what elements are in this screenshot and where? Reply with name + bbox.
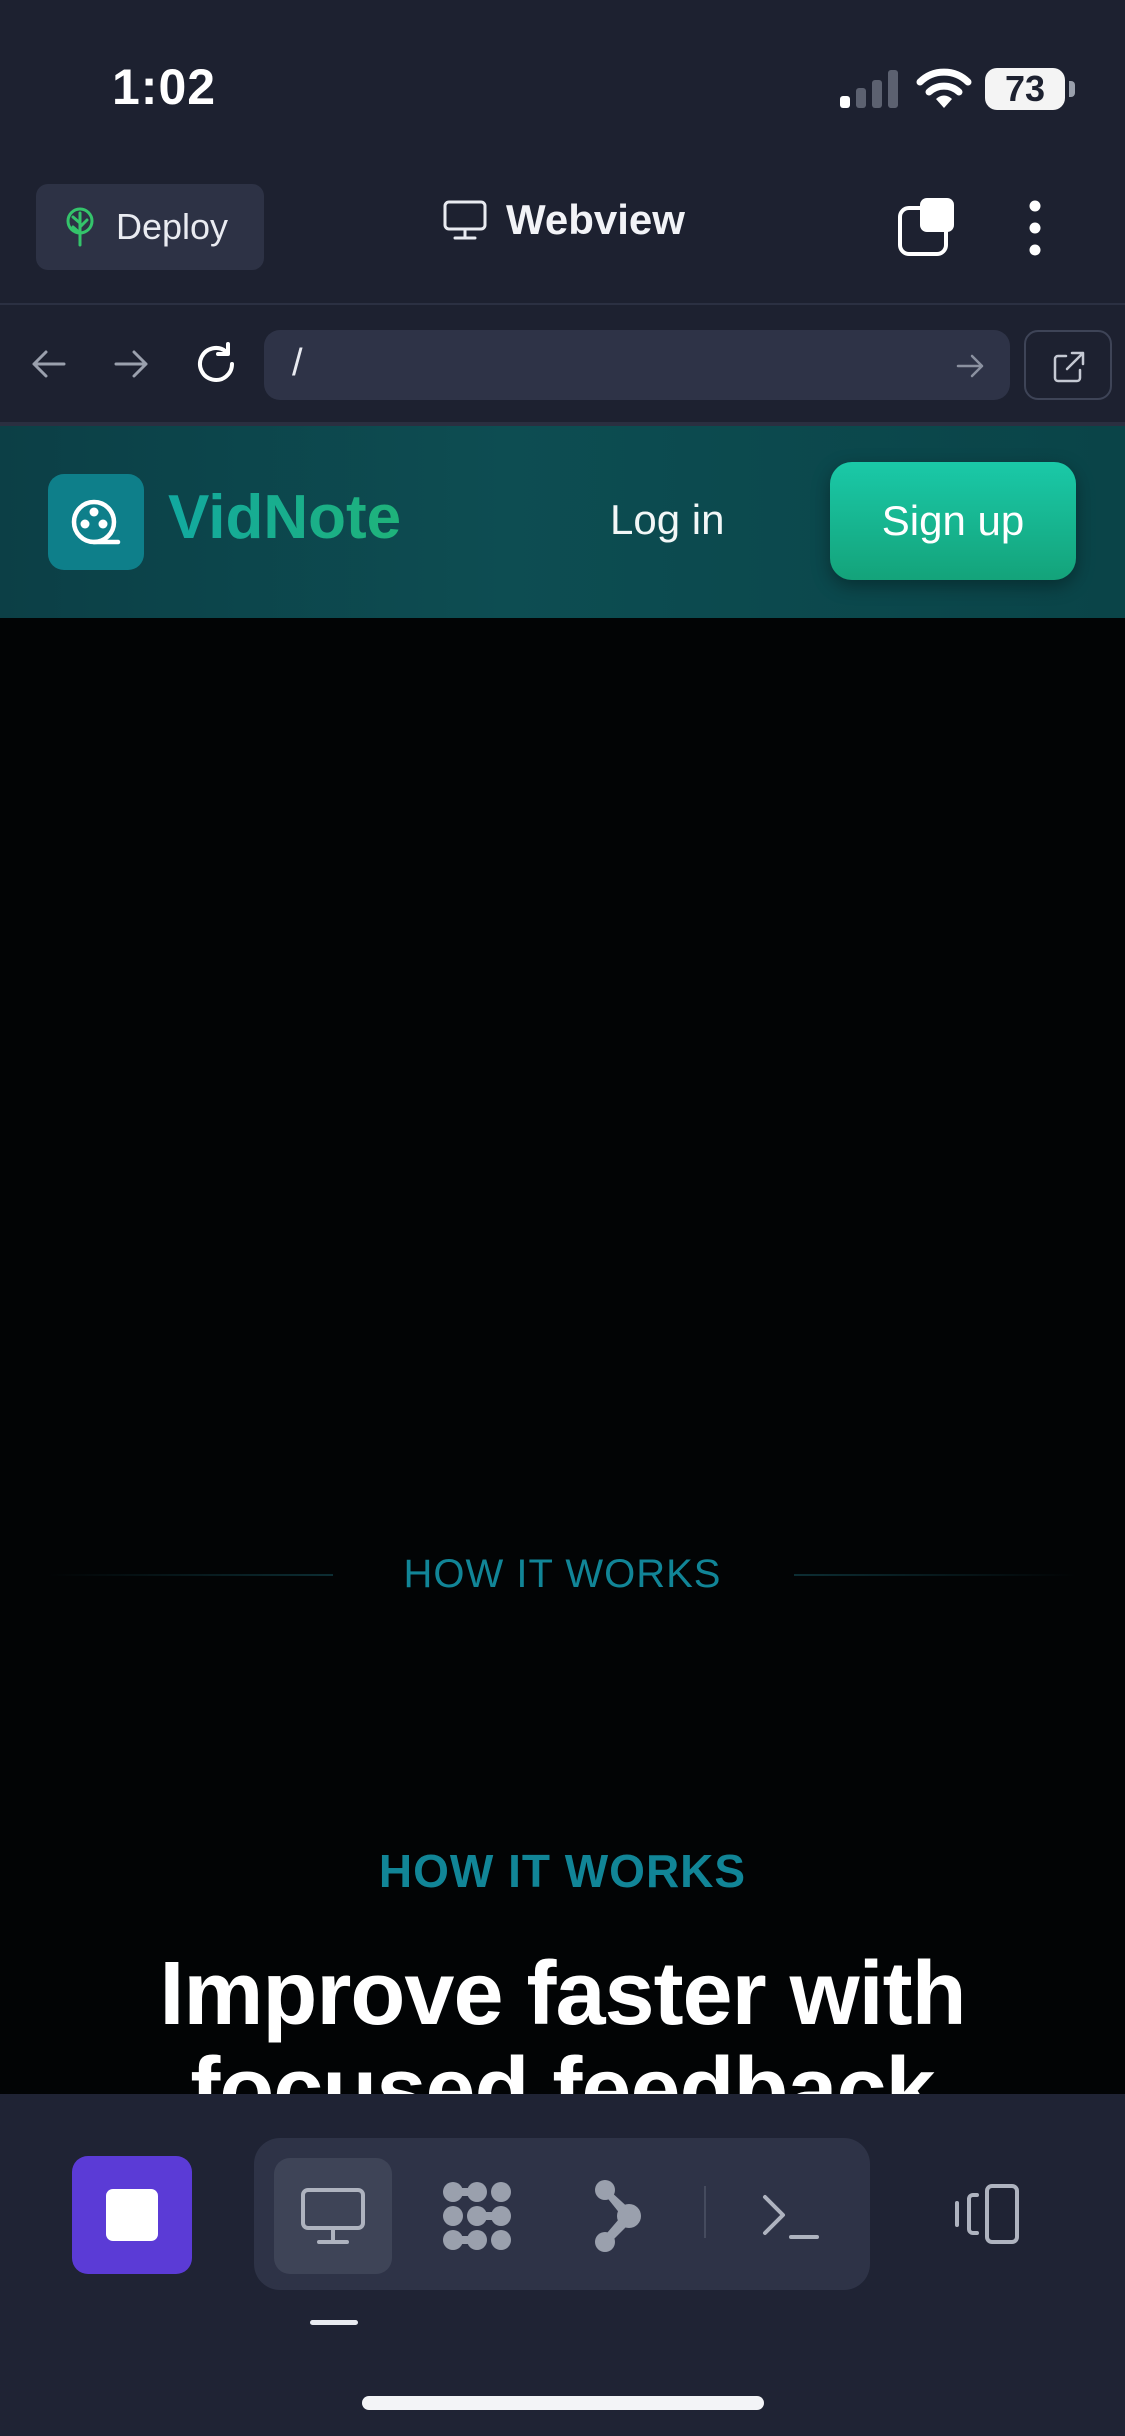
webview-icon [299, 2186, 367, 2246]
monitor-icon [442, 199, 488, 241]
tool-terminal-button[interactable] [732, 2158, 850, 2274]
url-text: / [292, 342, 303, 384]
section-heading-line-2: focused feedback [190, 2040, 935, 2094]
bottom-toolbar [0, 2094, 1125, 2436]
more-vertical-icon[interactable] [1020, 198, 1050, 258]
devices-button[interactable] [940, 2174, 1030, 2254]
site-header: VidNote Log in Sign up [0, 426, 1125, 618]
workflow-icon [439, 2178, 515, 2254]
reload-icon[interactable] [192, 340, 240, 388]
cellular-signal-icon [838, 68, 902, 110]
url-input[interactable]: / [264, 330, 1010, 400]
deploy-button[interactable]: Deploy [36, 184, 264, 270]
signup-button[interactable]: Sign up [830, 462, 1076, 580]
deploy-tree-icon [62, 207, 98, 247]
deploy-label: Deploy [116, 206, 229, 247]
film-reel-icon[interactable] [48, 474, 144, 570]
external-link-icon [1052, 350, 1086, 384]
site-brand-name[interactable]: VidNote [168, 482, 401, 553]
forward-icon[interactable] [112, 344, 152, 384]
stop-button[interactable] [72, 2156, 192, 2274]
open-external-button[interactable] [1024, 330, 1112, 400]
status-time: 1:02 [112, 59, 217, 115]
tool-switcher [254, 2138, 870, 2290]
wifi-icon [916, 66, 972, 110]
how-it-works-eyebrow: HOW IT WORKS [378, 1845, 747, 1897]
webview-content[interactable]: VidNote Log in Sign up HOW IT WORKS HOW … [0, 426, 1125, 2094]
how-it-works-label-small: HOW IT WORKS [403, 1552, 722, 1596]
back-icon[interactable] [28, 344, 68, 384]
devices-icon [949, 2183, 1021, 2245]
tool-webview-button[interactable] [274, 2158, 392, 2274]
section-heading-line-1: Improve faster with [159, 1944, 966, 2044]
git-icon [589, 2178, 645, 2254]
tool-separator [704, 2186, 706, 2238]
home-indicator[interactable] [362, 2396, 764, 2410]
battery-indicator: 73 [985, 68, 1075, 110]
login-link[interactable]: Log in [610, 496, 724, 544]
stop-icon [106, 2189, 158, 2241]
webview-title-label: Webview [506, 196, 685, 243]
top-bar-divider [0, 303, 1125, 305]
status-bar: 1:02 73 [0, 0, 1125, 170]
tool-git-button[interactable] [558, 2158, 676, 2274]
how-it-works-divider: HOW IT WORKS [48, 1544, 1077, 1604]
section-heading: Improve faster with focused feedback [0, 1946, 1125, 2094]
tool-workflow-button[interactable] [418, 2158, 536, 2274]
terminal-icon [759, 2189, 823, 2243]
active-tool-indicator [310, 2320, 358, 2325]
go-arrow-icon[interactable] [956, 352, 986, 380]
tabs-icon[interactable] [896, 196, 960, 258]
webview-title[interactable]: Webview [442, 196, 685, 244]
